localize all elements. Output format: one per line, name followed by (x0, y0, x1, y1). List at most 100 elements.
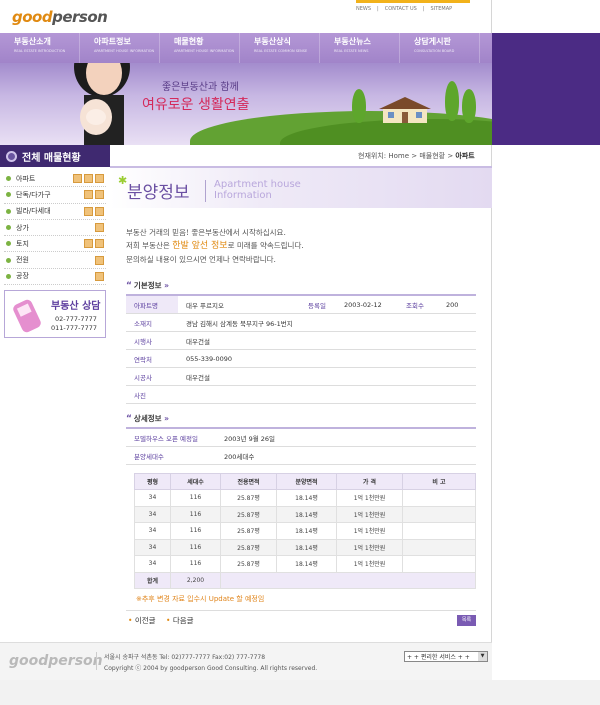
sidebar-title: 전체 매물현황 (0, 145, 110, 167)
hero-banner: 좋은부동산과 함께 여유로운 생활연출 (0, 63, 492, 145)
detail-info-table: 모델하우스 오픈 예정일 2003년 9월 26일 분양세대수 200세대수 (126, 427, 476, 465)
model-open-label: 모델하우스 오픈 예정일 (134, 434, 198, 443)
column-header: 세대수 (170, 473, 221, 490)
nav-item-intro[interactable]: 부동산소개 REAL ESTATE INTRODUCTION (0, 33, 80, 63)
total-value: 2,200 (170, 571, 221, 589)
category-tag-icon[interactable] (95, 223, 104, 233)
double-arrow-icon: » (164, 281, 170, 290)
column-header: 분양면적 (276, 473, 337, 490)
top-link-contact[interactable]: CONTACT US (385, 6, 417, 12)
sidebar-item-shop[interactable]: 상가 (4, 220, 106, 237)
category-tag-icon[interactable] (95, 271, 104, 281)
table-cell (402, 522, 476, 540)
next-label: 다음글 (172, 616, 194, 625)
sidebar-item-house[interactable]: 단독/다가구 (4, 187, 106, 204)
table-cell: 116 (170, 538, 221, 556)
star-icon: ✱ (118, 174, 128, 187)
section-title-text: 상세정보 (133, 414, 162, 423)
category-tag-icon[interactable] (95, 239, 104, 249)
sidebar-item-factory[interactable]: 공장 (4, 269, 106, 286)
category-tag-icon[interactable] (84, 206, 93, 216)
info-row-builder: 시공사 대우건설 (126, 368, 476, 386)
next-post-link[interactable]: • 다음글 (166, 615, 194, 626)
logo-prefix: good (12, 8, 53, 26)
sidebar-item-land[interactable]: 토지 (4, 236, 106, 253)
page-background-bottom (0, 680, 600, 705)
nav-item-board[interactable]: 상담게시판 CONSULTATION BOARD (400, 33, 480, 63)
divider (96, 652, 97, 670)
apt-name-value: 대우 푸르지오 (186, 301, 224, 310)
top-link-sep: | (377, 6, 379, 12)
site-logo[interactable]: goodperson (12, 8, 108, 26)
contact-phone-1: 02-777-7777 (55, 315, 97, 323)
nav-label: 매물현황 (174, 37, 204, 46)
contact-box: 부동산 상담 02-777-7777 011-777-7777 (4, 290, 106, 338)
info-label: 사진 (134, 391, 146, 400)
list-button[interactable]: 목록 (457, 615, 476, 626)
quote-icon: “ (126, 281, 132, 291)
family-site-select[interactable]: + + 편리한 서비스 + + ▼ (404, 651, 488, 662)
table-cell (220, 571, 476, 589)
section-title-basic: “기본정보 » (126, 280, 169, 291)
table-cell: 1억 1천만원 (336, 522, 403, 540)
header-purple-band (492, 33, 600, 145)
table-cell: 116 (170, 522, 221, 540)
intro-line2-b: 로 미래를 약속드립니다. (227, 241, 304, 250)
section-title-text: 기본정보 (133, 281, 162, 290)
category-tag-icon[interactable] (84, 190, 93, 200)
hero-slogan-line2: 여유로운 생활연출 (142, 97, 250, 113)
page-title-en-line2: Information (214, 190, 272, 201)
category-tag-icon[interactable] (84, 174, 93, 184)
category-tag-icon[interactable] (84, 239, 93, 249)
footer-logo: goodperson (9, 653, 103, 669)
info-row-developer: 시행사 대우건설 (126, 332, 476, 350)
column-header: 평형 (134, 473, 171, 490)
views-value: 200 (446, 300, 459, 309)
nav-item-news[interactable]: 부동산뉴스 REAL ESTATE NEWS (320, 33, 400, 63)
divider (205, 180, 206, 202)
intro-line3: 문의하실 내용이 있으시면 언제나 연락바랍니다. (126, 255, 276, 264)
table-cell: 1억 1천만원 (336, 489, 403, 507)
table-cell: 25.87평 (220, 555, 277, 573)
category-tag-icon[interactable] (95, 206, 104, 216)
category-tag-icon[interactable] (95, 174, 104, 184)
nav-sub: REAL ESTATE INTRODUCTION (14, 49, 66, 53)
bullet-icon (6, 176, 11, 182)
table-cell: 25.87평 (220, 489, 277, 507)
bullet-icon (6, 257, 11, 263)
sidebar-item-label: 전원 (16, 256, 29, 265)
sidebar-title-text: 전체 매물현황 (22, 152, 81, 164)
table-cell: 116 (170, 489, 221, 507)
tree-icon (445, 81, 459, 121)
column-header: 가 격 (336, 473, 403, 490)
sidebar-item-country[interactable]: 전원 (4, 252, 106, 269)
table-cell: 18.14평 (276, 555, 337, 573)
top-link-news[interactable]: NEWS (356, 6, 371, 12)
intro-line2: 저희 부동산은 한발 앞선 정보로 미래를 약속드립니다. (126, 239, 304, 253)
sidebar-item-tags (84, 206, 104, 216)
nav-item-listings[interactable]: 매물현황 APARTMENT HOUSE INFORMATION (160, 33, 240, 63)
sidebar-item-villa[interactable]: 빌라/다세대 (4, 204, 106, 220)
nav-sub: CONSULTATION BOARD (414, 49, 455, 53)
detail-row-model-open: 모델하우스 오픈 예정일 2003년 9월 26일 (126, 429, 476, 447)
info-value: 대우건설 (186, 373, 210, 382)
nav-sub: REAL ESTATE COMMON SENSE (254, 49, 308, 53)
sidebar-item-label: 공장 (16, 272, 29, 281)
info-value: 대우건설 (186, 337, 210, 346)
table-total-row: 합계 2,200 (134, 571, 476, 589)
category-tag-icon[interactable] (95, 190, 104, 200)
prev-post-link[interactable]: • 이전글 (128, 615, 156, 626)
sidebar-item-apartment[interactable]: 아파트 (4, 171, 106, 188)
table-cell: 25.87평 (220, 505, 277, 523)
nav-item-apartment[interactable]: 아파트정보 APARTMENT HOUSE INFORMATION (80, 33, 160, 63)
category-tag-icon[interactable] (73, 174, 82, 184)
nav-item-knowledge[interactable]: 부동산상식 REAL ESTATE COMMON SENSE (240, 33, 320, 63)
sidebar-menu: 아파트 단독/다가구 빌라/다세대 상가 토지 전원 공장 (4, 171, 106, 286)
category-tag-icon[interactable] (95, 255, 104, 265)
table-cell: 18.14평 (276, 489, 337, 507)
page-title-en: Apartment house Information (214, 179, 301, 201)
house-icon (379, 97, 431, 123)
bullet-icon: • (166, 616, 171, 625)
top-link-sitemap[interactable]: SITEMAP (431, 6, 453, 12)
unit-table: 평형 세대수 전용면적 분양면적 가 격 비 고 34 116 25.87평 18.1… (134, 473, 476, 589)
